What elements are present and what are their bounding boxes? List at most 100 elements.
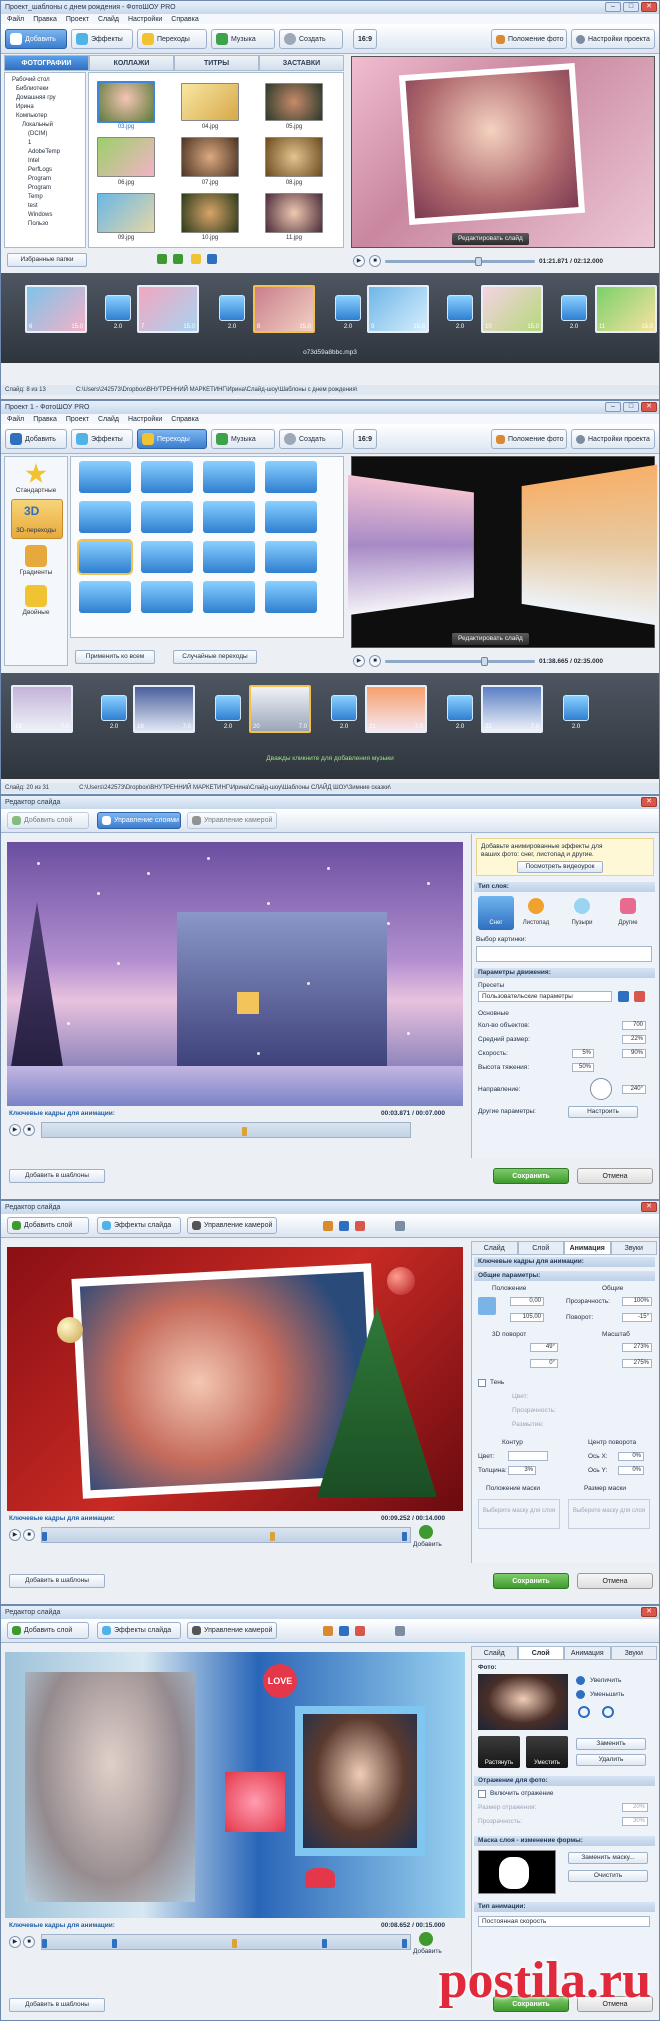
copy-icon[interactable] bbox=[339, 1626, 349, 1636]
camera-control-button[interactable]: Управление камерой bbox=[187, 1217, 277, 1234]
axis-x-field[interactable]: 0% bbox=[618, 1452, 644, 1461]
timeline-slide[interactable]: 11 15.0 bbox=[595, 285, 657, 333]
timeline-slide[interactable]: 6 15.0 bbox=[25, 285, 87, 333]
rotate-field[interactable]: -15° bbox=[622, 1313, 652, 1322]
tree-item[interactable]: AdobeTemp bbox=[8, 148, 82, 157]
tab-titles[interactable]: ТИТРЫ bbox=[174, 55, 259, 71]
menu-project[interactable]: Проект bbox=[66, 16, 89, 23]
copy-icon[interactable] bbox=[339, 1221, 349, 1231]
close-button[interactable]: ✕ bbox=[641, 2, 657, 12]
aspect-ratio-button[interactable]: 16:9 bbox=[353, 29, 377, 49]
slide-effects-button[interactable]: Эффекты слайда bbox=[97, 1622, 181, 1639]
transition-thumb[interactable] bbox=[141, 581, 193, 613]
keyframe-track[interactable] bbox=[41, 1934, 411, 1950]
photo-thumbnail[interactable] bbox=[97, 193, 155, 233]
effects-button[interactable]: Эффекты bbox=[71, 429, 133, 449]
edit-slide-button[interactable]: Редактировать слайд bbox=[452, 633, 529, 645]
timeline-slide-selected[interactable]: 8 15.0 bbox=[253, 285, 315, 333]
keyframe-track[interactable] bbox=[41, 1527, 411, 1543]
avg-size-field[interactable]: 22% bbox=[622, 1035, 646, 1044]
camera-control-button[interactable]: Управление камерой bbox=[187, 1622, 277, 1639]
transitions-button[interactable]: Переходы bbox=[137, 429, 207, 449]
timeline-slide[interactable]: 18 7.0 bbox=[11, 685, 73, 733]
minimize-button[interactable]: – bbox=[605, 402, 621, 412]
zoom-in-button[interactable]: Увеличить bbox=[590, 1677, 621, 1684]
transition-thumb[interactable] bbox=[79, 581, 131, 613]
shadow-checkbox[interactable] bbox=[478, 1379, 486, 1387]
snow-scene-canvas[interactable] bbox=[7, 842, 463, 1106]
category-gradients[interactable]: Градиенты bbox=[5, 569, 67, 576]
transition-tile[interactable]: 2.0 bbox=[561, 295, 587, 330]
add-layer-button[interactable]: Добавить слой bbox=[7, 812, 89, 829]
folder-tree[interactable]: Рабочий стол Библиотеки Домашняя гру Ири… bbox=[4, 72, 86, 248]
position-y-field[interactable]: 105,00 bbox=[510, 1313, 544, 1322]
speed-min-field[interactable]: 5% bbox=[572, 1049, 594, 1058]
cancel-button[interactable]: Отмена bbox=[577, 1573, 653, 1589]
tree-item[interactable]: Program bbox=[8, 184, 82, 193]
sort-icon[interactable] bbox=[207, 254, 217, 264]
stop-button[interactable]: ■ bbox=[369, 655, 381, 667]
play-button[interactable]: ▶ bbox=[9, 1124, 21, 1136]
music-track[interactable]: o73d59a8bbc.mp3 bbox=[1, 347, 659, 359]
photo-thumbnail[interactable] bbox=[181, 137, 239, 177]
transition-tile[interactable]: 2.0 bbox=[563, 695, 589, 730]
menu-edit[interactable]: Правка bbox=[33, 416, 57, 423]
transition-tile[interactable]: 2.0 bbox=[331, 695, 357, 730]
tab-animation[interactable]: Анимация bbox=[564, 1241, 611, 1255]
tab-slide[interactable]: Слайд bbox=[471, 1241, 518, 1255]
transition-thumb[interactable] bbox=[203, 461, 255, 493]
tree-item[interactable]: (DCIM) bbox=[8, 130, 82, 139]
photo-thumbnail[interactable] bbox=[181, 193, 239, 233]
tab-slide[interactable]: Слайд bbox=[471, 1646, 518, 1660]
rotation-y-field[interactable]: 0° bbox=[530, 1359, 558, 1368]
photo-thumbnail[interactable] bbox=[97, 81, 155, 123]
keyframe-marker[interactable] bbox=[402, 1532, 407, 1541]
favorite-folders-button[interactable]: Избранные папки bbox=[7, 253, 87, 267]
add-button[interactable]: Добавить bbox=[5, 29, 67, 49]
timeline-slide[interactable]: 7 15.0 bbox=[137, 285, 199, 333]
transition-tile[interactable]: 2.0 bbox=[219, 295, 245, 330]
arrow-down-icon[interactable] bbox=[157, 254, 167, 264]
transition-thumb[interactable] bbox=[265, 581, 317, 613]
photo-thumbnail[interactable] bbox=[265, 193, 323, 233]
project-settings-button[interactable]: Настройки проекта bbox=[571, 29, 655, 49]
create-button[interactable]: Создать bbox=[279, 429, 343, 449]
delete-button[interactable]: Удалить bbox=[576, 1754, 646, 1766]
apply-to-all-button[interactable]: Применить ко всем bbox=[75, 650, 155, 664]
add-button[interactable]: Добавить bbox=[5, 429, 67, 449]
configure-button[interactable]: Настроить bbox=[568, 1106, 638, 1118]
slide-timeline[interactable]: 6 15.0 2.0 7 15.0 2.0 8 15.0 2.0 9 15.0 2.0 … bbox=[1, 273, 659, 363]
gravity-field[interactable]: 50% bbox=[572, 1063, 594, 1072]
replace-button[interactable]: Заменить bbox=[576, 1738, 646, 1750]
menu-file[interactable]: Файл bbox=[7, 16, 24, 23]
tab-collages[interactable]: КОЛЛАЖИ bbox=[89, 55, 174, 71]
stop-button[interactable]: ■ bbox=[23, 1529, 35, 1541]
tree-item[interactable]: Библиотеки bbox=[8, 85, 82, 94]
rotation-x-field[interactable]: 49° bbox=[530, 1343, 558, 1352]
tab-layer[interactable]: Слой bbox=[517, 1241, 564, 1255]
tree-item[interactable]: Ирина bbox=[8, 103, 82, 112]
tree-item[interactable]: Intel bbox=[8, 157, 82, 166]
transition-thumb[interactable] bbox=[141, 501, 193, 533]
play-button[interactable]: ▶ bbox=[353, 255, 365, 267]
timeline-slide[interactable]: 10 15.0 bbox=[481, 285, 543, 333]
keyframe-marker[interactable] bbox=[42, 1939, 47, 1948]
opacity-field[interactable]: 100% bbox=[622, 1297, 652, 1306]
reflection-checkbox[interactable] bbox=[478, 1790, 486, 1798]
transition-thumb[interactable] bbox=[79, 501, 131, 533]
transition-thumb[interactable] bbox=[203, 501, 255, 533]
stretch-button[interactable]: Растянуть bbox=[478, 1736, 520, 1768]
contour-color-swatch[interactable] bbox=[508, 1451, 548, 1461]
effects-button[interactable]: Эффекты bbox=[71, 29, 133, 49]
menu-help[interactable]: Справка bbox=[171, 416, 198, 423]
grid-icon[interactable] bbox=[395, 1221, 405, 1231]
tab-sounds[interactable]: Звуки bbox=[610, 1241, 657, 1255]
save-button[interactable]: Сохранить bbox=[493, 1573, 569, 1589]
add-keyframe-icon[interactable] bbox=[419, 1525, 433, 1539]
preset-select[interactable]: Пользовательские параметры bbox=[478, 991, 612, 1002]
close-button[interactable]: ✕ bbox=[641, 797, 657, 807]
timeline-slide[interactable]: 22 7.0 bbox=[481, 685, 543, 733]
tree-item[interactable]: Temp bbox=[8, 193, 82, 202]
timeline-slide[interactable]: 21 7.0 bbox=[365, 685, 427, 733]
tab-photos[interactable]: ФОТОГРАФИИ bbox=[4, 55, 89, 71]
